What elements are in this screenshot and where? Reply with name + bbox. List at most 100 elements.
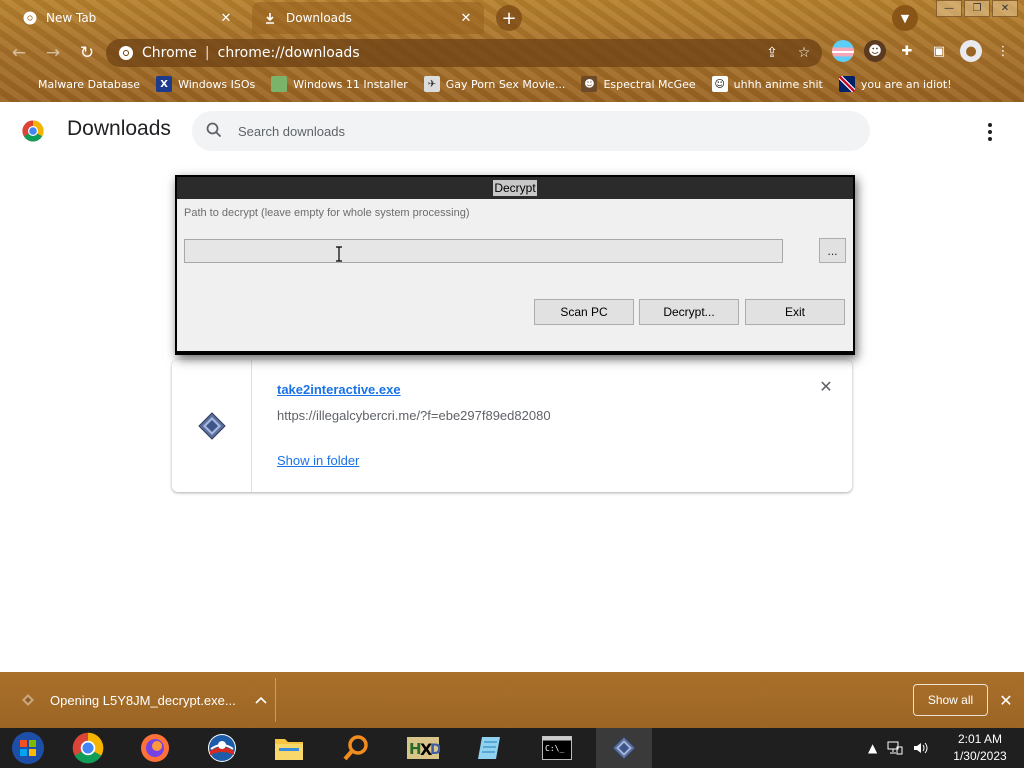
executable-icon: [612, 736, 636, 760]
firefox-icon: [141, 734, 169, 762]
side-panel-icon[interactable]: ▣: [928, 40, 950, 62]
download-file-link[interactable]: take2interactive.exe: [277, 382, 401, 397]
shelf-item-text: Opening L5Y8JM_decrypt.exe...: [50, 692, 236, 708]
toolbar: ← → ↻ Chrome | chrome://downloads ⇪ ☆ ☻ …: [0, 36, 1024, 70]
page-header: Downloads: [0, 102, 1024, 162]
dialog-titlebar[interactable]: Decrypt: [177, 177, 853, 199]
close-icon[interactable]: ✕: [218, 10, 234, 26]
site-icon: ✈: [423, 76, 440, 92]
omnibox-actions: ⇪ ☆: [750, 43, 814, 63]
taskbar-search[interactable]: [328, 728, 384, 768]
bookmarks-bar: Malware Database X Windows ISOs Windows …: [0, 70, 1024, 98]
search-input[interactable]: [238, 123, 838, 139]
network-icon[interactable]: [887, 741, 903, 755]
tab-new-tab[interactable]: New Tab ✕: [12, 2, 244, 34]
x-icon: X: [156, 76, 173, 92]
chrome-icon: [72, 732, 104, 764]
reload-button[interactable]: ↻: [72, 38, 102, 68]
taskbar-notepad[interactable]: [462, 728, 518, 768]
volume-icon[interactable]: [913, 741, 929, 755]
omnibox-site: Chrome: [142, 45, 197, 61]
bookmark-label: Malware Database: [38, 77, 141, 91]
scan-pc-button[interactable]: Scan PC: [534, 299, 634, 325]
page-title: Downloads: [67, 117, 171, 140]
back-button[interactable]: ←: [4, 38, 34, 68]
show-hidden-icons-icon[interactable]: ▲: [868, 741, 877, 755]
share-icon[interactable]: ⇪: [762, 43, 782, 63]
site-icon: ☺: [711, 76, 728, 92]
download-icon: [262, 10, 278, 26]
close-icon[interactable]: ✕: [997, 691, 1015, 710]
browse-button[interactable]: ...: [819, 238, 846, 263]
bookmark-item[interactable]: you are an idiot!: [838, 76, 952, 92]
notepad-icon: [478, 737, 500, 759]
obama-logo-icon: [208, 734, 236, 762]
chrome-icon: [118, 45, 134, 61]
chevron-down-icon[interactable]: ▼: [892, 5, 918, 31]
taskbar-hxd[interactable]: H XD: [395, 728, 451, 768]
profile-icon[interactable]: ●: [960, 40, 982, 62]
close-icon[interactable]: ✕: [818, 377, 834, 396]
close-icon[interactable]: ✕: [458, 10, 474, 26]
document-icon: [16, 76, 32, 92]
window-controls: — ❐ ✕: [934, 0, 1018, 17]
new-tab-button[interactable]: +: [496, 5, 522, 31]
tab-title: Downloads: [286, 11, 352, 25]
image-icon: [271, 76, 288, 92]
decrypt-button[interactable]: Decrypt...: [639, 299, 739, 325]
download-shelf: Opening L5Y8JM_decrypt.exe... Show all ✕: [0, 672, 1024, 728]
bookmark-item[interactable]: X Windows ISOs: [156, 76, 255, 92]
download-url: https://illegalcybercri.me/?f=ebe297f89e…: [277, 408, 551, 423]
browser-frame: New Tab ✕ Downloads ✕ + ▼ — ❐ ✕ ← → ↻ Ch…: [0, 0, 1024, 102]
tab-strip: New Tab ✕ Downloads ✕ + ▼ — ❐ ✕: [0, 0, 1024, 36]
clock[interactable]: 2:01 AM 1/30/2023: [940, 731, 1020, 765]
taskbar-file-explorer[interactable]: [261, 728, 317, 768]
minimize-button[interactable]: —: [936, 0, 962, 17]
start-orb-icon: [12, 732, 44, 764]
executable-icon: [20, 692, 36, 708]
bookmark-item[interactable]: Windows 11 Installer: [271, 76, 408, 92]
taskbar-cmd[interactable]: C:\_: [529, 728, 585, 768]
flag-icon: [838, 76, 855, 92]
show-all-button[interactable]: Show all: [913, 684, 988, 716]
bookmark-label: Gay Porn Sex Movie...: [445, 77, 566, 91]
star-icon[interactable]: ☆: [794, 43, 814, 63]
path-label: Path to decrypt (leave empty for whole s…: [184, 207, 470, 219]
taskbar-firefox[interactable]: [127, 728, 183, 768]
search-bar[interactable]: [192, 111, 870, 151]
tab-title: New Tab: [46, 11, 97, 25]
decrypt-dialog: Decrypt Path to decrypt (leave empty for…: [175, 175, 855, 355]
tab-downloads[interactable]: Downloads ✕: [252, 2, 484, 34]
dialog-body: Path to decrypt (leave empty for whole s…: [177, 199, 853, 351]
extensions-area: ☻ ✚ ▣ ● ⋮: [832, 40, 1024, 62]
taskbar-chrome[interactable]: [60, 728, 116, 768]
bookmark-label: uhhh anime shit: [733, 77, 823, 91]
menu-icon[interactable]: ⋮: [992, 40, 1014, 62]
start-button[interactable]: [0, 728, 56, 768]
bookmark-item[interactable]: Malware Database: [16, 76, 140, 92]
bookmark-item[interactable]: ✈ Gay Porn Sex Movie...: [423, 76, 566, 92]
omnibox[interactable]: Chrome | chrome://downloads ⇪ ☆: [106, 39, 822, 67]
exit-button[interactable]: Exit: [745, 299, 845, 325]
magnifier-icon: [343, 735, 368, 761]
bookmark-label: Windows 11 Installer: [293, 77, 408, 91]
chrome-logo-icon: [22, 120, 44, 142]
close-window-button[interactable]: ✕: [992, 0, 1018, 17]
taskbar-decryptor[interactable]: [596, 728, 652, 768]
clock-date: 1/30/2023: [953, 749, 1007, 763]
shelf-download-item[interactable]: Opening L5Y8JM_decrypt.exe...: [14, 680, 276, 720]
avatar-extension-icon[interactable]: ☻: [864, 40, 886, 62]
taskbar-obama-logo[interactable]: [194, 728, 250, 768]
puzzle-icon[interactable]: ✚: [896, 40, 918, 62]
bookmark-item[interactable]: ☻ Espectral McGee: [581, 76, 696, 92]
terminal-icon: C:\_: [542, 736, 572, 760]
show-in-folder-link[interactable]: Show in folder: [277, 453, 359, 468]
omnibox-url: chrome://downloads: [217, 45, 360, 61]
forward-button[interactable]: →: [38, 38, 68, 68]
flag-extension-icon[interactable]: [832, 40, 854, 62]
bookmark-item[interactable]: ☺ uhhh anime shit: [711, 76, 823, 92]
chevron-up-icon[interactable]: [252, 691, 270, 709]
restore-button[interactable]: ❐: [964, 0, 990, 17]
path-input[interactable]: [184, 239, 783, 263]
more-actions-icon[interactable]: [980, 120, 1000, 144]
